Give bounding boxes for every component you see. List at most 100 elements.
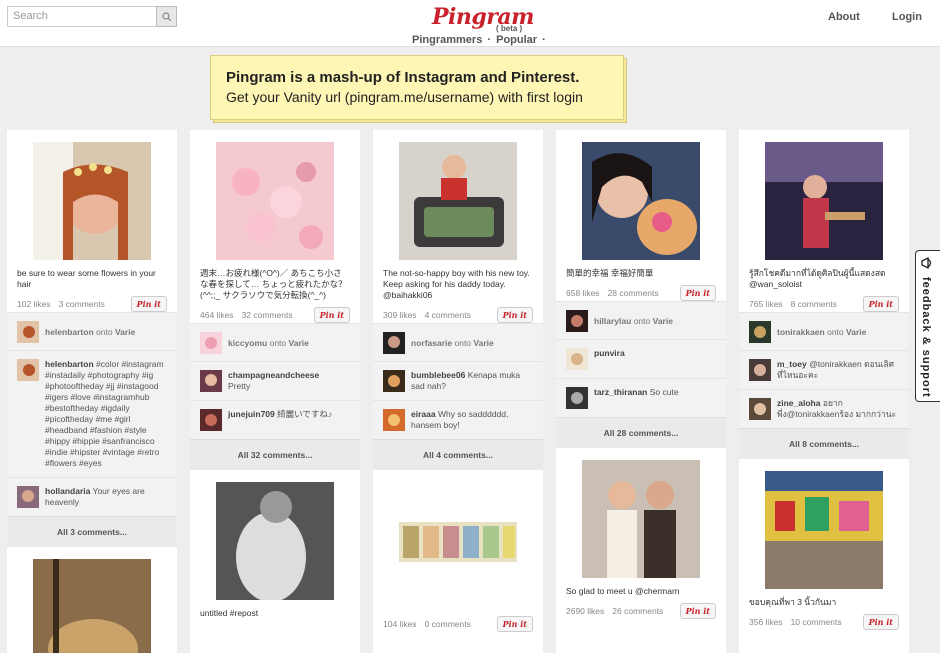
avatar[interactable] xyxy=(17,486,39,508)
pin-it-button[interactable]: Pin it xyxy=(496,616,533,632)
comment-username[interactable]: champagneandcheese xyxy=(228,370,319,380)
nav-separator: · xyxy=(487,34,492,46)
pin-card[interactable]: 簡單的幸福 幸福好簡單 658 likes 28 comments Pin it… xyxy=(556,142,726,619)
likes-count[interactable]: 765 likes xyxy=(749,299,783,309)
comments-count[interactable]: 4 comments xyxy=(425,310,471,320)
about-link[interactable]: About xyxy=(828,11,860,23)
avatar[interactable] xyxy=(383,331,405,354)
login-link[interactable]: Login xyxy=(892,11,922,23)
pinner-username[interactable]: hillarylau xyxy=(594,316,631,326)
nav-popular[interactable]: Popular xyxy=(496,34,537,46)
pin-card[interactable]: รู้สึกโชคดีมากที่ได้ดูศิลปินผู้นี้แสดงสด… xyxy=(739,142,909,630)
likes-count[interactable]: 464 likes xyxy=(200,310,234,320)
pin-photo[interactable] xyxy=(216,482,334,600)
pin-photo[interactable] xyxy=(33,559,151,653)
comment-username[interactable]: tarz_thiranan xyxy=(594,387,647,397)
pin-card[interactable]: The not-so-happy boy with his new toy. K… xyxy=(373,142,543,632)
pin-description: So glad to meet u @chermarn xyxy=(566,586,680,596)
avatar[interactable] xyxy=(566,348,588,370)
board-link[interactable]: Varie xyxy=(846,327,866,337)
comment-text: 綺麗いですね♪ xyxy=(277,409,333,419)
all-comments-link[interactable]: All 8 comments... xyxy=(739,428,909,459)
search-button[interactable] xyxy=(156,6,177,27)
pin-it-button[interactable]: Pin it xyxy=(130,296,167,312)
pin-it-button[interactable]: Pin it xyxy=(862,296,899,312)
all-comments-link[interactable]: All 4 comments... xyxy=(373,439,543,470)
board-link[interactable]: Varie xyxy=(653,316,673,326)
search-input[interactable]: Search xyxy=(7,6,157,27)
avatar[interactable] xyxy=(200,370,222,392)
pinner-username[interactable]: norfasarie xyxy=(411,338,452,348)
comments-count[interactable]: 0 comments xyxy=(425,619,471,629)
pin-it-button[interactable]: Pin it xyxy=(862,614,899,630)
pin-photo[interactable] xyxy=(765,471,883,589)
all-comments-link[interactable]: All 28 comments... xyxy=(556,417,726,448)
avatar[interactable] xyxy=(17,320,39,343)
pin-photo[interactable] xyxy=(399,142,517,260)
avatar[interactable] xyxy=(17,359,39,381)
avatar[interactable] xyxy=(200,409,222,431)
comment: tarz_thiranan So cute xyxy=(556,378,726,417)
comments-count[interactable]: 26 comments xyxy=(612,606,663,616)
pinner-username[interactable]: helenbarton xyxy=(45,327,94,337)
pin-card[interactable]: be sure to wear some flowers in your hai… xyxy=(7,142,177,653)
likes-count[interactable]: 102 likes xyxy=(17,299,51,309)
feedback-icon xyxy=(921,256,932,270)
likes-count[interactable]: 104 likes xyxy=(383,619,417,629)
top-bar: Search Pingram ( beta ) Pingrammers · Po… xyxy=(0,0,940,47)
comment: punvira xyxy=(556,339,726,378)
pin-photo[interactable] xyxy=(33,142,151,260)
sub-nav: Pingrammers · Popular · xyxy=(412,34,548,46)
all-comments-link[interactable]: All 3 comments... xyxy=(7,516,177,547)
comment-username[interactable]: eiraaa xyxy=(411,409,436,419)
pin-description: The not-so-happy boy with his new toy. K… xyxy=(383,268,530,300)
comments-count[interactable]: 8 comments xyxy=(791,299,837,309)
board-link[interactable]: Varie xyxy=(115,327,135,337)
comments-count[interactable]: 32 comments xyxy=(242,310,293,320)
nav-pingrammers[interactable]: Pingrammers xyxy=(412,34,482,46)
avatar[interactable] xyxy=(749,359,771,381)
comments-count[interactable]: 3 comments xyxy=(59,299,105,309)
likes-count[interactable]: 356 likes xyxy=(749,617,783,627)
pin-photo[interactable] xyxy=(765,142,883,260)
all-comments-link[interactable]: All 32 comments... xyxy=(190,439,360,470)
pin-stats: 104 likes 0 comments Pin it xyxy=(373,616,543,632)
pinned-by: kiccyomu onto Varie xyxy=(190,323,360,361)
avatar[interactable] xyxy=(200,331,222,354)
pin-it-button[interactable]: Pin it xyxy=(313,307,350,323)
board-link[interactable]: Varie xyxy=(289,338,309,348)
avatar[interactable] xyxy=(566,387,588,409)
comment-username[interactable]: junejuin709 xyxy=(228,409,275,419)
comment-username[interactable]: bumblebee06 xyxy=(411,370,465,380)
avatar[interactable] xyxy=(566,309,588,332)
avatar[interactable] xyxy=(749,398,771,420)
avatar[interactable] xyxy=(749,320,771,343)
pin-photo[interactable] xyxy=(216,142,334,260)
board-link[interactable]: Varie xyxy=(473,338,493,348)
pin-it-button[interactable]: Pin it xyxy=(679,285,716,301)
pin-card[interactable]: 週末…お疲れ様(^O^)／ あちこち小さな春を探して… ちょっと疲れたかな？(^… xyxy=(190,142,360,619)
pinner-username[interactable]: tonirakkaen xyxy=(777,327,825,337)
pin-photo[interactable] xyxy=(399,482,517,600)
likes-count[interactable]: 658 likes xyxy=(566,288,600,298)
feedback-tab[interactable]: feedback & support xyxy=(915,250,940,402)
likes-count[interactable]: 2690 likes xyxy=(566,606,604,616)
comment-username[interactable]: m_toey xyxy=(777,359,807,369)
pinned-by: norfasarie onto Varie xyxy=(373,323,543,361)
comment-username[interactable]: hollandaria xyxy=(45,486,90,496)
pin-stats: 464 likes 32 comments Pin it xyxy=(190,307,360,323)
comments-count[interactable]: 10 comments xyxy=(791,617,842,627)
comment-username[interactable]: helenbarton xyxy=(45,359,94,369)
pin-photo[interactable] xyxy=(582,142,700,260)
comment-username[interactable]: zine_aloha xyxy=(777,398,820,408)
pin-it-button[interactable]: Pin it xyxy=(496,307,533,323)
pin-it-button[interactable]: Pin it xyxy=(679,603,716,619)
comments-count[interactable]: 28 comments xyxy=(608,288,659,298)
avatar[interactable] xyxy=(383,370,405,392)
pin-photo[interactable] xyxy=(582,460,700,578)
pinner-username[interactable]: kiccyomu xyxy=(228,338,267,348)
likes-count[interactable]: 309 likes xyxy=(383,310,417,320)
avatar[interactable] xyxy=(383,409,405,431)
pin-stats: 102 likes 3 comments Pin it xyxy=(7,296,177,312)
comment-username[interactable]: punvira xyxy=(594,348,625,358)
